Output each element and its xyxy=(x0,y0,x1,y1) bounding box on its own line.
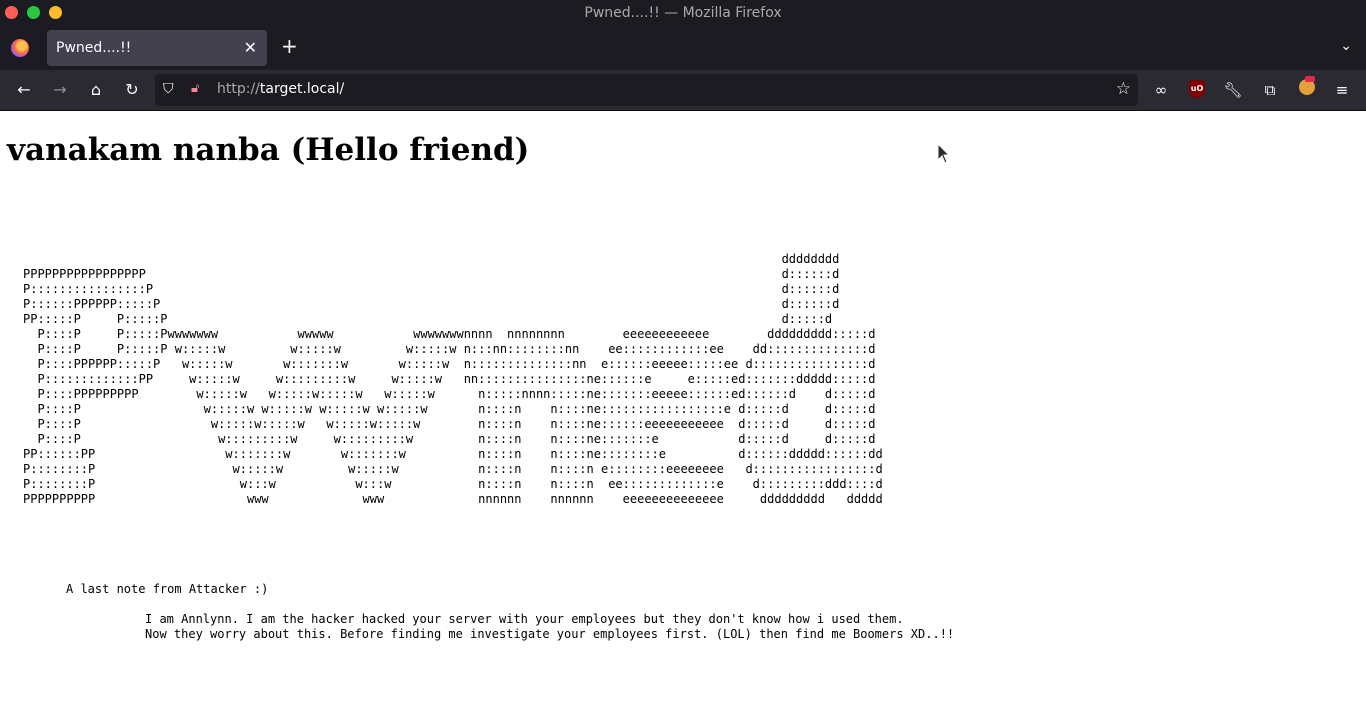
ublock-origin-icon[interactable]: uO xyxy=(1189,80,1205,98)
page-heading: vanakam nanba (Hello friend) xyxy=(7,132,530,168)
url-scheme: http:// xyxy=(217,81,260,97)
note-title: A last note from Attacker :) xyxy=(66,582,269,596)
new-tab-icon[interactable]: + xyxy=(281,36,298,56)
ascii-art-banner: dddddddd PPPPPPPPPPPPPPPPP d::::::d P:::… xyxy=(23,252,883,506)
reload-icon[interactable]: ↻ xyxy=(121,79,143,101)
window-titlebar: Pwned....!! — Mozilla Firefox xyxy=(0,0,1366,26)
tab-strip: Pwned....!! ✕ + ⌄ xyxy=(0,26,1366,70)
note-line: I am Annlynn. I am the hacker hacked you… xyxy=(145,612,904,626)
shield-icon[interactable]: ⛉ xyxy=(163,81,174,97)
home-icon[interactable]: ⌂ xyxy=(85,79,107,101)
insecure-lock-icon[interactable]: 🔓︎ xyxy=(191,81,199,96)
navigation-toolbar: ← → ⌂ ↻ ⛉ 🔓︎ http://target.local/ ☆ ∞ 🔧︎… xyxy=(0,70,1366,111)
url-host: target.local/ xyxy=(259,81,345,97)
tab-active[interactable]: Pwned....!! ✕ xyxy=(47,30,267,66)
private-mask-icon[interactable]: ∞ xyxy=(1150,79,1172,101)
forward-arrow-icon[interactable]: → xyxy=(49,79,71,101)
note-body: I am Annlynn. I am the hacker hacked you… xyxy=(145,612,954,642)
bookmark-star-icon[interactable]: ☆ xyxy=(1116,79,1131,99)
extensions-icon[interactable]: ⧉ xyxy=(1259,79,1281,101)
note-line: Now they worry about this. Before findin… xyxy=(145,627,955,641)
chevron-down-icon[interactable]: ⌄ xyxy=(1340,38,1352,54)
firefox-view-icon[interactable] xyxy=(11,39,29,57)
menu-icon[interactable]: ≡ xyxy=(1331,79,1353,101)
wrench-icon[interactable]: 🔧︎ xyxy=(1222,79,1244,101)
page-content: vanakam nanba (Hello friend) dddddddd PP… xyxy=(0,111,1366,704)
tab-label: Pwned....!! xyxy=(56,40,132,56)
window-title: Pwned....!! — Mozilla Firefox xyxy=(584,5,782,21)
extension-badge-icon[interactable] xyxy=(1299,76,1315,95)
url-bar[interactable]: ⛉ 🔓︎ http://target.local/ ☆ xyxy=(155,74,1138,106)
back-arrow-icon[interactable]: ← xyxy=(13,79,35,101)
url-text[interactable]: http://target.local/ xyxy=(217,81,344,97)
close-icon[interactable]: ✕ xyxy=(244,38,257,57)
